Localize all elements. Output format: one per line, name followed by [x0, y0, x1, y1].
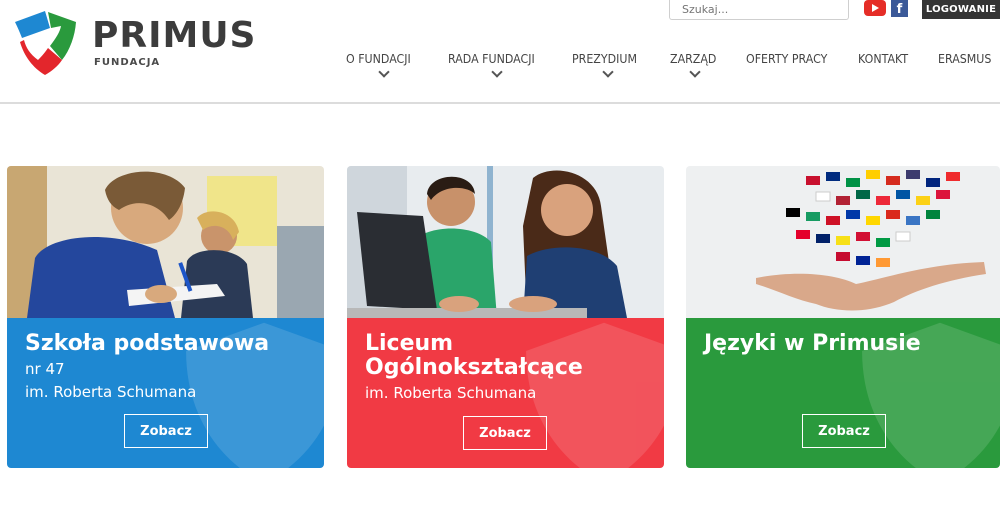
chevron-down-icon[interactable] — [491, 66, 503, 78]
chevron-down-icon[interactable] — [602, 66, 614, 78]
chevron-down-icon[interactable] — [689, 66, 701, 78]
main-nav: O FUNDACJI RADA FUNDACJI PREZYDIUM ZARZĄ… — [0, 52, 1000, 82]
card-languages[interactable]: Języki w Primusie Zobacz — [686, 166, 1000, 468]
high-school-photo — [347, 166, 664, 318]
card-high-school[interactable]: Liceum Ogólnokształcące im. Roberta Schu… — [347, 166, 664, 468]
primary-school-photo — [7, 166, 324, 318]
nav-o-fundacji[interactable]: O FUNDACJI — [346, 52, 411, 66]
card-title: Szkoła podstawowa — [25, 331, 270, 356]
zobacz-button[interactable]: Zobacz — [124, 414, 208, 448]
card-primary-school[interactable]: Szkoła podstawowa nr 47 im. Roberta Schu… — [7, 166, 324, 468]
zobacz-button[interactable]: Zobacz — [463, 416, 547, 450]
card-title: Języki w Primusie — [704, 331, 921, 356]
site-header: PRIMUS FUNDACJA f LOGOWANIE O FUNDACJI R… — [0, 0, 1000, 104]
card-panel: Języki w Primusie Zobacz — [686, 318, 1000, 468]
card-panel: Szkoła podstawowa nr 47 im. Roberta Schu… — [7, 318, 324, 468]
languages-photo — [686, 166, 1000, 318]
chevron-down-icon[interactable] — [378, 66, 390, 78]
card-title: Liceum — [365, 331, 454, 356]
search-input[interactable] — [669, 0, 849, 20]
card-subtitle: im. Roberta Schumana — [25, 383, 197, 401]
brand-name[interactable]: PRIMUS — [92, 16, 256, 56]
facebook-icon[interactable]: f — [891, 0, 908, 17]
card-panel: Liceum Ogólnokształcące im. Roberta Schu… — [347, 318, 664, 468]
nav-kontakt[interactable]: KONTAKT — [858, 52, 908, 66]
card-subtitle: im. Roberta Schumana — [365, 384, 537, 402]
zobacz-button[interactable]: Zobacz — [802, 414, 886, 448]
nav-rada-fundacji[interactable]: RADA FUNDACJI — [448, 52, 535, 66]
login-button[interactable]: LOGOWANIE — [922, 0, 1000, 19]
nav-oferty-pracy[interactable]: OFERTY PRACY — [746, 52, 827, 66]
nav-erasmus[interactable]: ERASMUS — [938, 52, 991, 66]
nav-prezydium[interactable]: PREZYDIUM — [572, 52, 637, 66]
youtube-icon[interactable] — [864, 0, 886, 16]
card-title-line2: Ogólnokształcące — [365, 355, 583, 380]
card-subtitle: nr 47 — [25, 360, 65, 378]
nav-zarzad[interactable]: ZARZĄD — [670, 52, 716, 66]
